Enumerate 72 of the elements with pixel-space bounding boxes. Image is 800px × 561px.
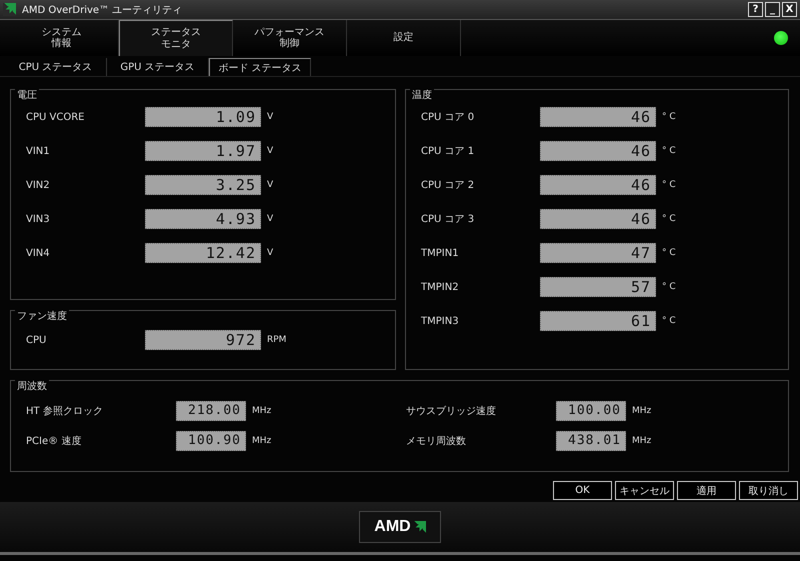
unit-label: ° C: [662, 112, 676, 122]
unit-label: ° C: [662, 316, 676, 326]
readout-display: 57: [540, 277, 656, 297]
unit-label: V: [267, 248, 274, 258]
sub-tab[interactable]: CPU ステータス: [5, 58, 107, 76]
sub-tab[interactable]: GPU ステータス: [107, 58, 209, 76]
reading-label: CPU コア 1: [421, 145, 476, 158]
tab[interactable]: パフォーマンス 制御: [233, 20, 347, 56]
dialog-button[interactable]: 適用: [677, 481, 736, 500]
unit-label: MHz: [252, 436, 272, 446]
unit-label: ° C: [662, 146, 676, 156]
unit-label: MHz: [252, 406, 272, 416]
group-title: 温度: [410, 88, 434, 102]
readout-display: 1.97: [145, 141, 261, 161]
readout-display: 100.00: [556, 401, 626, 421]
tab[interactable]: 設定: [347, 20, 461, 56]
unit-label: ° C: [662, 282, 676, 292]
unit-label: RPM: [267, 335, 286, 345]
group-title: 周波数: [15, 379, 49, 393]
readout-display: 972: [145, 330, 261, 350]
unit-label: MHz: [632, 406, 652, 416]
group-title: 電圧: [15, 88, 39, 102]
readout-display: 12.42: [145, 243, 261, 263]
readout-display: 218.00: [176, 401, 246, 421]
readout-display: 47: [540, 243, 656, 263]
reading-label: VIN1: [26, 146, 51, 156]
readout-display: 3.25: [145, 175, 261, 195]
reading-label: TMPIN2: [421, 282, 460, 292]
unit-label: MHz: [632, 436, 652, 446]
reading-label: CPU コア 2: [421, 179, 476, 192]
sub-tab[interactable]: ボード ステータス: [209, 58, 311, 76]
readout-display: 438.01: [556, 431, 626, 451]
window-control-button[interactable]: X: [782, 2, 797, 17]
unit-label: V: [267, 214, 274, 224]
unit-label: ° C: [662, 214, 676, 224]
reading-label: サウスブリッジ速度: [406, 404, 497, 418]
reading-label: VIN2: [26, 180, 51, 190]
window-control-button[interactable]: _: [765, 2, 780, 17]
reading-label: HT 参照クロック: [26, 404, 104, 418]
logo-text: AMD: [374, 518, 411, 536]
readout-display: 100.90: [176, 431, 246, 451]
reading-label: CPU: [26, 334, 48, 346]
window-title: AMD OverDrive™ ユーティリティ: [22, 4, 182, 16]
dialog-button[interactable]: 取り消し: [739, 481, 798, 500]
readout-display: 1.09: [145, 107, 261, 127]
reading-label: CPU コア 3: [421, 213, 476, 226]
readout-display: 61: [540, 311, 656, 331]
unit-label: V: [267, 146, 274, 156]
reading-label: VIN4: [26, 248, 51, 258]
tab[interactable]: ステータス モニタ: [119, 20, 233, 56]
window-control-button[interactable]: ?: [748, 2, 763, 17]
reading-label: メモリ周波数: [406, 434, 467, 448]
reading-label: TMPIN1: [421, 248, 460, 258]
readout-display: 46: [540, 175, 656, 195]
unit-label: V: [267, 180, 274, 190]
logo-icon: [3, 3, 16, 16]
unit-label: ° C: [662, 248, 676, 258]
reading-label: TMPIN3: [421, 316, 460, 326]
readout-display: 46: [540, 107, 656, 127]
reading-label: VIN3: [26, 214, 51, 224]
dialog-button[interactable]: OK: [553, 481, 612, 500]
readout-display: 4.93: [145, 209, 261, 229]
reading-label: CPU VCORE: [26, 112, 86, 122]
dialog-button[interactable]: キャンセル: [615, 481, 674, 500]
readout-display: 46: [540, 209, 656, 229]
readout-display: 46: [540, 141, 656, 161]
reading-label: CPU コア 0: [421, 111, 476, 124]
unit-label: V: [267, 112, 274, 122]
arrow-logo-icon: [412, 520, 426, 534]
group-title: ファン速度: [15, 309, 69, 323]
unit-label: ° C: [662, 180, 676, 190]
reading-label: PCIe® 速度: [26, 434, 82, 448]
